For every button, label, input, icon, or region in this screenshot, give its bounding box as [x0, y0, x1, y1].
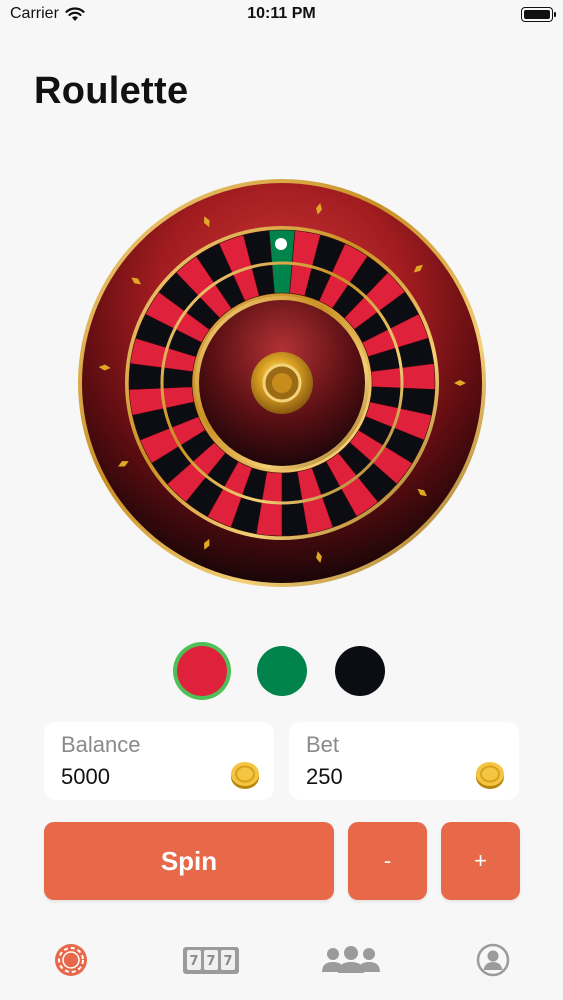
bet-value: 250	[306, 764, 343, 789]
balance-label: Balance	[61, 732, 141, 757]
tab-players[interactable]	[320, 940, 382, 980]
group-icon	[322, 946, 380, 973]
decrease-bet-button[interactable]: -	[348, 822, 427, 900]
roulette-ball	[275, 238, 287, 250]
bet-label: Bet	[306, 732, 340, 757]
increase-bet-button[interactable]: +	[441, 822, 520, 900]
slot-digit-1: 7	[189, 954, 198, 969]
tab-roulette[interactable]	[40, 940, 102, 980]
color-selector	[0, 646, 563, 702]
balance-card: Balance 5000	[44, 722, 274, 800]
spin-button[interactable]: Spin	[44, 822, 334, 900]
profile-icon	[476, 943, 510, 977]
slot-digit-2: 7	[206, 954, 215, 969]
status-time: 10:11 PM	[247, 5, 316, 22]
status-bar: Carrier 10:11 PM	[0, 0, 563, 30]
coin-icon	[231, 762, 259, 789]
slot-digit-3: 7	[223, 954, 232, 969]
tab-slots[interactable]: 7 7 7	[180, 940, 242, 980]
coin-icon	[476, 762, 504, 789]
roulette-chip-icon	[55, 944, 87, 976]
battery-icon	[521, 7, 556, 22]
roulette-wheel[interactable]	[77, 178, 487, 588]
balance-value: 5000	[61, 764, 110, 789]
tab-profile[interactable]	[462, 940, 524, 980]
color-option-red[interactable]	[177, 646, 227, 696]
tab-bar: 7 7 7	[0, 928, 563, 1000]
slot-machine-icon: 7 7 7	[183, 947, 239, 974]
wheel-hub-cap	[272, 373, 292, 393]
page-title: Roulette	[34, 70, 189, 112]
color-option-black[interactable]	[335, 646, 385, 696]
bet-card: Bet 250	[289, 722, 519, 800]
color-option-green[interactable]	[257, 646, 307, 696]
